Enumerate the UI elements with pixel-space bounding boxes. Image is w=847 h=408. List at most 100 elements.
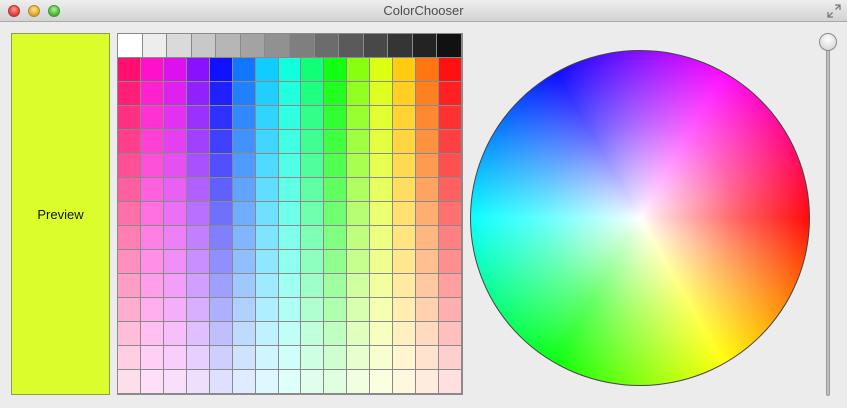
color-swatch[interactable] bbox=[439, 202, 462, 226]
color-swatch[interactable] bbox=[163, 346, 187, 370]
color-swatch[interactable] bbox=[255, 178, 279, 202]
color-swatch[interactable] bbox=[393, 250, 417, 274]
color-swatch[interactable] bbox=[301, 130, 325, 154]
color-swatch[interactable] bbox=[439, 250, 462, 274]
color-swatch[interactable] bbox=[301, 82, 325, 106]
color-swatch[interactable] bbox=[439, 298, 462, 322]
color-swatch[interactable] bbox=[278, 274, 302, 298]
color-swatch[interactable] bbox=[324, 322, 348, 346]
color-swatch[interactable] bbox=[347, 202, 371, 226]
color-swatch[interactable] bbox=[370, 154, 394, 178]
color-swatch[interactable] bbox=[393, 202, 417, 226]
color-swatch[interactable] bbox=[393, 130, 417, 154]
color-swatch[interactable] bbox=[278, 106, 302, 130]
color-swatch[interactable] bbox=[439, 346, 462, 370]
color-swatch[interactable] bbox=[370, 250, 394, 274]
color-swatch[interactable] bbox=[163, 106, 187, 130]
color-swatch[interactable] bbox=[393, 226, 417, 250]
color-swatch[interactable] bbox=[186, 250, 210, 274]
color-swatch[interactable] bbox=[209, 250, 233, 274]
fullscreen-icon[interactable] bbox=[827, 4, 841, 18]
color-swatch[interactable] bbox=[301, 154, 325, 178]
color-swatch[interactable] bbox=[324, 274, 348, 298]
color-swatch[interactable] bbox=[301, 346, 325, 370]
color-swatch[interactable] bbox=[347, 154, 371, 178]
color-swatch[interactable] bbox=[209, 346, 233, 370]
color-swatch[interactable] bbox=[324, 130, 348, 154]
color-swatch[interactable] bbox=[439, 154, 462, 178]
color-swatch[interactable] bbox=[163, 322, 187, 346]
color-swatch[interactable] bbox=[140, 130, 164, 154]
color-swatch[interactable] bbox=[140, 250, 164, 274]
color-swatch[interactable] bbox=[370, 298, 394, 322]
color-swatch[interactable] bbox=[118, 226, 141, 250]
color-swatch[interactable] bbox=[324, 202, 348, 226]
color-swatch[interactable] bbox=[163, 178, 187, 202]
color-swatch[interactable] bbox=[393, 82, 417, 106]
color-swatch[interactable] bbox=[393, 274, 417, 298]
color-swatch[interactable] bbox=[278, 130, 302, 154]
color-swatch[interactable] bbox=[301, 298, 325, 322]
color-swatch[interactable] bbox=[118, 370, 141, 394]
color-swatch[interactable] bbox=[347, 226, 371, 250]
color-swatch[interactable] bbox=[393, 298, 417, 322]
color-swatch[interactable] bbox=[278, 178, 302, 202]
color-swatch[interactable] bbox=[232, 298, 256, 322]
color-swatch[interactable] bbox=[301, 322, 325, 346]
color-swatch[interactable] bbox=[324, 58, 348, 82]
color-swatch[interactable] bbox=[439, 178, 462, 202]
color-swatch[interactable] bbox=[186, 298, 210, 322]
color-swatch[interactable] bbox=[301, 370, 325, 394]
gray-swatch[interactable] bbox=[167, 34, 192, 58]
color-swatch[interactable] bbox=[209, 82, 233, 106]
color-swatch[interactable] bbox=[163, 154, 187, 178]
color-wheel[interactable] bbox=[470, 50, 810, 386]
color-swatch[interactable] bbox=[278, 154, 302, 178]
color-swatch[interactable] bbox=[163, 274, 187, 298]
color-swatch[interactable] bbox=[278, 322, 302, 346]
color-swatch[interactable] bbox=[347, 322, 371, 346]
color-swatch[interactable] bbox=[347, 250, 371, 274]
color-swatch[interactable] bbox=[347, 274, 371, 298]
color-swatch[interactable] bbox=[118, 154, 141, 178]
color-swatch[interactable] bbox=[209, 202, 233, 226]
color-swatch[interactable] bbox=[347, 346, 371, 370]
color-swatch[interactable] bbox=[232, 130, 256, 154]
color-swatch[interactable] bbox=[163, 226, 187, 250]
color-swatch[interactable] bbox=[209, 370, 233, 394]
color-swatch[interactable] bbox=[370, 58, 394, 82]
brightness-slider-track[interactable] bbox=[826, 40, 830, 396]
gray-swatch[interactable] bbox=[314, 34, 340, 58]
color-swatch[interactable] bbox=[255, 298, 279, 322]
color-swatch[interactable] bbox=[118, 58, 141, 82]
color-swatch[interactable] bbox=[186, 82, 210, 106]
color-swatch[interactable] bbox=[232, 58, 256, 82]
color-swatch[interactable] bbox=[278, 250, 302, 274]
color-swatch[interactable] bbox=[439, 274, 462, 298]
color-swatch[interactable] bbox=[163, 130, 187, 154]
color-swatch[interactable] bbox=[324, 370, 348, 394]
color-swatch[interactable] bbox=[278, 298, 302, 322]
color-swatch[interactable] bbox=[301, 106, 325, 130]
gray-swatch[interactable] bbox=[118, 34, 143, 58]
color-swatch[interactable] bbox=[209, 58, 233, 82]
color-swatch[interactable] bbox=[186, 58, 210, 82]
color-swatch[interactable] bbox=[118, 82, 141, 106]
color-swatch[interactable] bbox=[278, 370, 302, 394]
color-swatch[interactable] bbox=[393, 370, 417, 394]
color-swatch[interactable] bbox=[439, 58, 462, 82]
color-swatch[interactable] bbox=[347, 298, 371, 322]
color-swatch[interactable] bbox=[118, 346, 141, 370]
gray-swatch[interactable] bbox=[388, 34, 413, 58]
color-swatch[interactable] bbox=[301, 274, 325, 298]
color-swatch[interactable] bbox=[393, 178, 417, 202]
color-swatch[interactable] bbox=[416, 226, 440, 250]
color-swatch[interactable] bbox=[439, 130, 462, 154]
color-swatch[interactable] bbox=[255, 322, 279, 346]
color-swatch[interactable] bbox=[186, 154, 210, 178]
color-swatch[interactable] bbox=[301, 178, 325, 202]
color-swatch[interactable] bbox=[278, 82, 302, 106]
color-swatch[interactable] bbox=[416, 274, 440, 298]
color-swatch[interactable] bbox=[255, 346, 279, 370]
color-swatch[interactable] bbox=[255, 250, 279, 274]
